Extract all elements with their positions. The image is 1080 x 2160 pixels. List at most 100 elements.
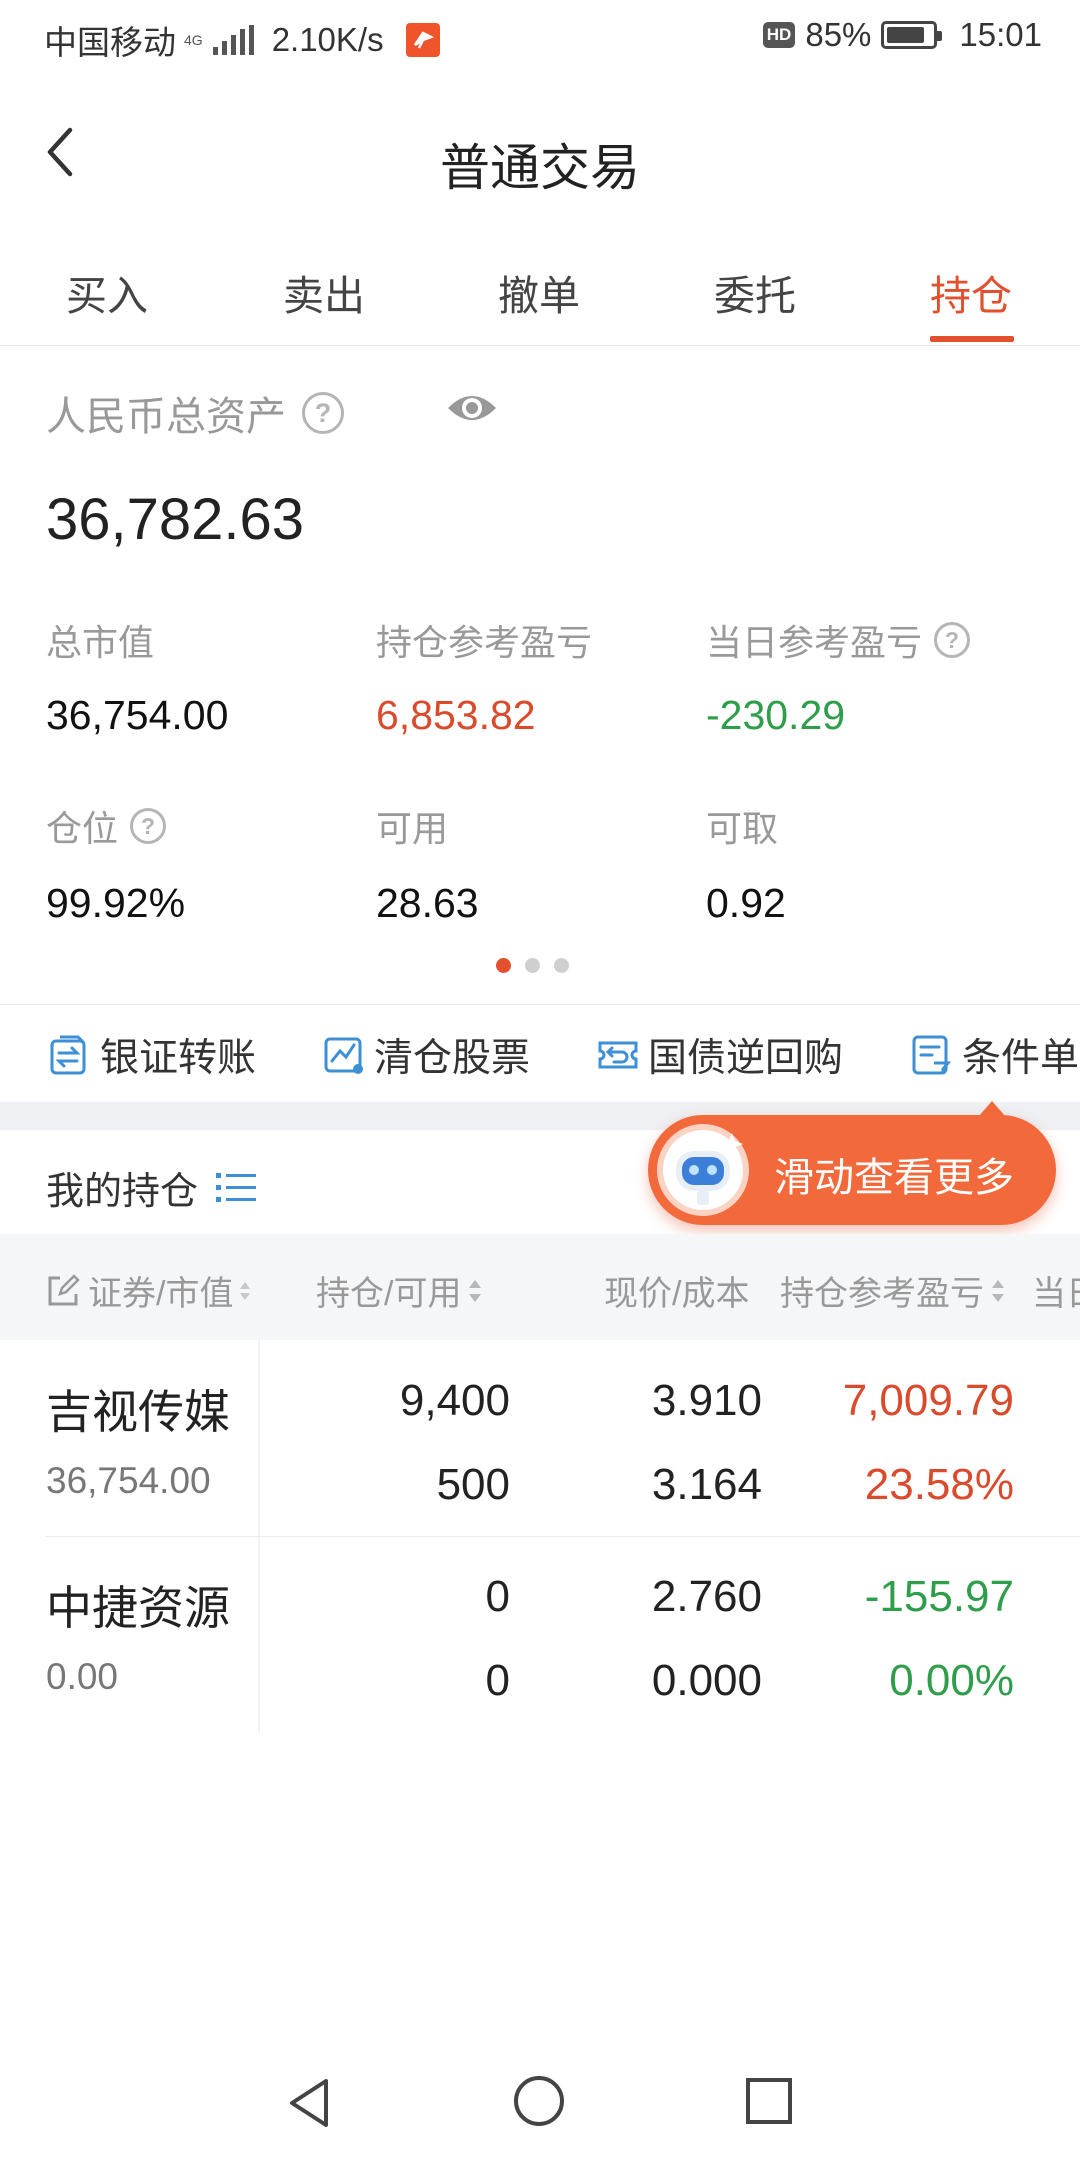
tab-buy[interactable]: 买入 (66, 262, 148, 322)
stat-label-position-pl: 持仓参考盈亏 (376, 614, 592, 666)
action-label: 银证转账 (100, 1037, 257, 1080)
tab-holdings[interactable]: 持仓 (930, 262, 1012, 322)
carousel-indicator (496, 958, 569, 973)
action-label: 条件单 (962, 1037, 1080, 1080)
available-qty: 0 (485, 1656, 510, 1705)
recents-square-icon[interactable] (744, 2076, 794, 2126)
tab-sell[interactable]: 卖出 (283, 262, 365, 322)
carousel-dot (496, 958, 511, 973)
app-header: 普通交易 (0, 72, 1080, 242)
position-pl: -155.97 (864, 1572, 1014, 1621)
sort-icon (240, 1281, 251, 1300)
total-assets-label: 人民币总资产 ? (46, 384, 344, 442)
stat-label-position-ratio: 仓位? (46, 800, 167, 852)
condition-icon (912, 1035, 952, 1075)
tab-orders[interactable]: 委托 (714, 262, 796, 322)
table-row[interactable]: 中捷资源 0.00 0 0 2.760 0.000 -155.97 0.00% (0, 1536, 1080, 1732)
cost-price: 0.000 (651, 1656, 762, 1705)
current-price: 3.910 (651, 1376, 762, 1425)
clock: 15:01 (959, 16, 1042, 53)
position-qty: 0 (485, 1572, 510, 1621)
stat-label-text: 当日参考盈亏 (706, 622, 923, 663)
stat-label-withdrawable: 可取 (706, 800, 778, 852)
cost-price: 3.164 (651, 1460, 762, 1509)
position-pl: 7,009.79 (842, 1376, 1014, 1425)
eye-icon (448, 396, 496, 420)
table-header: 证券/市值 持仓/可用 现价/成本 持仓参考盈亏 当日 (0, 1234, 1080, 1340)
system-nav-bar (0, 2060, 1080, 2160)
stat-label-available: 可用 (376, 800, 448, 852)
visibility-toggle[interactable] (446, 390, 498, 431)
column-position[interactable]: 持仓/可用 (316, 1266, 483, 1315)
total-assets-value: 36,782.63 (46, 487, 305, 552)
stat-value-withdrawable: 0.92 (706, 880, 786, 926)
holdings-title: 我的持仓 (46, 1171, 199, 1213)
battery-icon (881, 21, 943, 49)
security-name: 中捷资源 (46, 1582, 230, 1634)
carousel-dot (525, 958, 540, 973)
repo-icon (598, 1041, 638, 1069)
position-pl-pct: 0.00% (889, 1656, 1014, 1705)
action-bank-transfer[interactable]: 银证转账 (48, 1027, 256, 1083)
carrier-name: 中国移动 (44, 24, 176, 61)
scroll-hint-tooltip[interactable]: 滑动查看更多 (648, 1101, 1056, 1225)
list-icon (216, 1172, 257, 1202)
chart-icon (324, 1037, 363, 1074)
quick-actions: 银证转账 清仓股票 国债逆回购 条件单 (0, 1004, 1080, 1102)
back-triangle-icon[interactable] (284, 2076, 334, 2130)
active-tab-indicator (930, 336, 1014, 342)
carousel-dot (554, 958, 569, 973)
app-notification-icon (405, 23, 440, 57)
total-assets-text: 人民币总资产 (46, 395, 286, 439)
page-title: 普通交易 (440, 140, 640, 196)
column-position-pl[interactable]: 持仓参考盈亏 (780, 1266, 1006, 1315)
hd-badge: HD (762, 22, 796, 48)
column-label: 当日 (1032, 1275, 1080, 1313)
transfer-icon (50, 1035, 86, 1075)
status-bar: 中国移动 4G 2.10K/s HD 85% 15:01 (0, 0, 1080, 72)
network-type: 4G (184, 32, 203, 48)
security-name: 吉视传媒 (46, 1386, 230, 1438)
stat-label-text: 持仓参考盈亏 (376, 622, 593, 663)
robot-mascot-icon (657, 1124, 749, 1216)
column-security[interactable]: 证券/市值 (46, 1266, 251, 1315)
help-icon[interactable]: ? (934, 622, 971, 658)
action-conditional-order[interactable]: 条件单 (910, 1027, 1079, 1083)
action-clear-stocks[interactable]: 清仓股票 (322, 1027, 530, 1083)
signal-icon (212, 25, 254, 55)
available-qty: 500 (436, 1460, 510, 1509)
market-value: 36,754.00 (46, 1460, 211, 1501)
stat-value-position-ratio: 99.92% (46, 880, 186, 926)
edit-icon (48, 1273, 80, 1305)
action-label: 国债逆回购 (648, 1037, 844, 1080)
help-icon[interactable]: ? (130, 808, 167, 844)
stat-label-text: 总市值 (46, 622, 155, 663)
holdings-header[interactable]: 我的持仓 (46, 1160, 257, 1215)
help-icon[interactable]: ? (302, 392, 344, 434)
stat-value-market-value: 36,754.00 (46, 692, 229, 738)
stat-label-daily-pl: 当日参考盈亏? (706, 614, 971, 666)
current-price: 2.760 (651, 1572, 762, 1621)
column-label: 持仓参考盈亏 (780, 1275, 984, 1313)
action-label: 清仓股票 (374, 1037, 531, 1080)
tooltip-text: 滑动查看更多 (774, 1156, 1014, 1200)
position-qty: 9,400 (399, 1376, 510, 1425)
home-circle-icon[interactable] (512, 2074, 566, 2128)
column-label: 现价/成本 (604, 1275, 750, 1313)
stat-label-text: 可用 (376, 808, 449, 849)
stat-value-daily-pl: -230.29 (706, 692, 846, 738)
column-label: 证券/市值 (88, 1275, 234, 1313)
action-reverse-repo[interactable]: 国债逆回购 (596, 1027, 843, 1083)
stat-value-available: 28.63 (376, 880, 479, 926)
column-daily[interactable]: 当日 (1032, 1266, 1080, 1315)
column-label: 持仓/可用 (316, 1275, 462, 1313)
network-speed: 2.10K/s (271, 21, 384, 58)
trade-tabs: 买入 卖出 撤单 委托 持仓 (0, 250, 1080, 346)
sort-icon (992, 1279, 1004, 1302)
column-price[interactable]: 现价/成本 (604, 1266, 749, 1315)
position-pl-pct: 23.58% (864, 1460, 1014, 1509)
stat-value-position-pl: 6,853.82 (376, 692, 536, 738)
tab-cancel[interactable]: 撤单 (498, 262, 580, 322)
table-row[interactable]: 吉视传媒 36,754.00 9,400 500 3.910 3.164 7,0… (0, 1340, 1080, 1536)
market-value: 0.00 (46, 1656, 119, 1697)
